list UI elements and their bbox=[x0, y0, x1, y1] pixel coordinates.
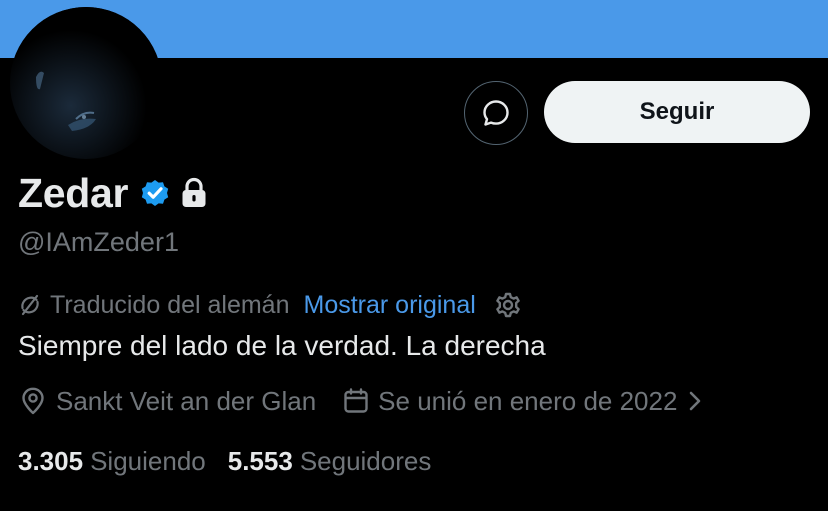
name-row: Zedar bbox=[18, 168, 208, 218]
joined-label: Se unió en enero de 2022 bbox=[378, 385, 678, 416]
gear-icon[interactable] bbox=[494, 291, 522, 319]
translation-row: Traducido del alemán Mostrar original bbox=[18, 288, 522, 322]
following-count: 3.305 bbox=[18, 445, 84, 476]
calendar-icon bbox=[342, 387, 370, 415]
follow-button[interactable]: Seguir bbox=[544, 81, 810, 143]
followers-stat[interactable]: 5.553 Seguidores bbox=[228, 446, 432, 477]
followers-count: 5.553 bbox=[227, 445, 293, 476]
followers-label: Seguidores bbox=[299, 445, 432, 476]
display-name: Zedar bbox=[18, 169, 129, 216]
show-original-link[interactable]: Mostrar original bbox=[304, 291, 476, 320]
profile-handle: @IAmZeder1 bbox=[18, 227, 179, 257]
following-stat[interactable]: 3.305 Siguiendo bbox=[18, 446, 206, 477]
location-pin-icon bbox=[18, 386, 48, 416]
joined-date[interactable]: Se unió en enero de 2022 bbox=[342, 386, 703, 417]
message-button[interactable] bbox=[464, 81, 528, 145]
follow-stats: 3.305 Siguiendo 5.553 Seguidores bbox=[18, 443, 431, 479]
chevron-right-icon bbox=[687, 390, 703, 412]
translate-icon bbox=[18, 293, 42, 317]
profile-location: Sankt Veit an der Glan bbox=[56, 385, 317, 416]
profile-bio: Siempre del lado de la verdad. La derech… bbox=[18, 330, 546, 361]
following-label: Siguiendo bbox=[90, 445, 206, 476]
verified-badge-icon[interactable] bbox=[138, 176, 172, 210]
profile-meta-row: Sankt Veit an der Glan Se unió en enero … bbox=[18, 383, 703, 419]
avatar[interactable] bbox=[10, 7, 162, 159]
translated-label: Traducido del alemán bbox=[50, 290, 290, 319]
message-icon bbox=[481, 98, 511, 128]
lock-icon bbox=[180, 177, 208, 209]
